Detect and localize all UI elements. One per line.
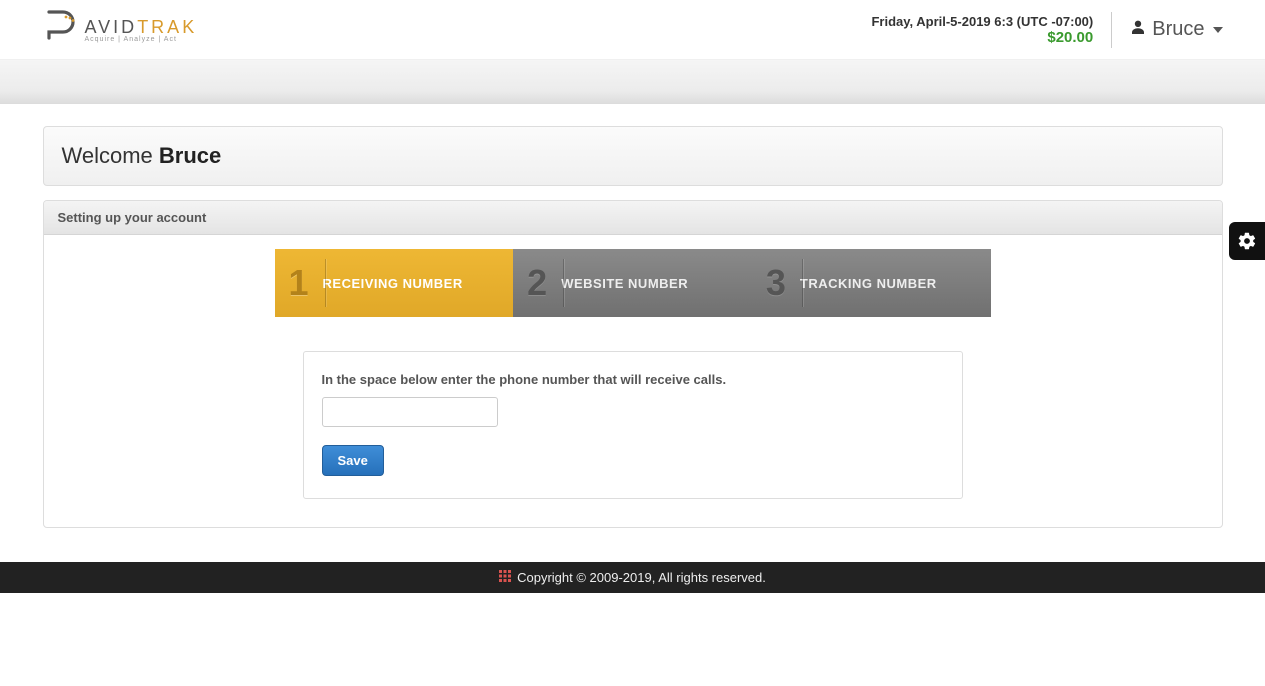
setup-panel: Setting up your account 1 RECEIVING NUMB…: [43, 200, 1223, 528]
step-number: 3: [766, 262, 786, 304]
step-label: WEBSITE NUMBER: [561, 276, 688, 291]
save-button[interactable]: Save: [322, 445, 384, 476]
logo[interactable]: AVIDTRAK Acquire | Analyze | Act: [43, 8, 198, 51]
form-card: In the space below enter the phone numbe…: [303, 351, 963, 499]
step-label: RECEIVING NUMBER: [323, 276, 463, 291]
copyright-text: Copyright © 2009-2019, All rights reserv…: [517, 570, 766, 585]
setup-panel-title: Setting up your account: [44, 201, 1222, 235]
step-label: TRACKING NUMBER: [800, 276, 937, 291]
user-name: Bruce: [1152, 18, 1204, 41]
logo-text-trak: TRAK: [137, 17, 197, 37]
logo-mark-icon: [43, 8, 83, 51]
settings-tab[interactable]: [1229, 222, 1265, 260]
subheader-band: [0, 60, 1265, 104]
phone-instruction: In the space below enter the phone numbe…: [322, 372, 944, 387]
footer: Copyright © 2009-2019, All rights reserv…: [0, 562, 1265, 593]
header-info: Friday, April-5-2019 6:3 (UTC -07:00) $2…: [871, 14, 1093, 46]
header: AVIDTRAK Acquire | Analyze | Act Friday,…: [0, 0, 1265, 60]
wizard-steps: 1 RECEIVING NUMBER 2 WEBSITE NUMBER 3 TR…: [275, 249, 991, 317]
balance-text: $20.00: [871, 29, 1093, 46]
step-number: 1: [289, 262, 309, 304]
step-tracking-number[interactable]: 3 TRACKING NUMBER: [752, 249, 991, 317]
step-receiving-number[interactable]: 1 RECEIVING NUMBER: [275, 249, 514, 317]
step-number: 2: [527, 262, 547, 304]
caret-down-icon: [1213, 27, 1223, 33]
user-menu[interactable]: Bruce: [1130, 18, 1222, 41]
welcome-panel: Welcome Bruce: [43, 126, 1223, 186]
welcome-name: Bruce: [159, 143, 221, 168]
logo-text-avid: AVID: [85, 17, 138, 37]
footer-grid-icon: [499, 570, 511, 585]
phone-input[interactable]: [322, 397, 498, 427]
welcome-prefix: Welcome: [62, 143, 159, 168]
gear-icon: [1237, 231, 1257, 251]
datetime-text: Friday, April-5-2019 6:3 (UTC -07:00): [871, 14, 1093, 29]
user-icon: [1130, 18, 1146, 41]
header-divider: [1111, 12, 1112, 48]
step-website-number[interactable]: 2 WEBSITE NUMBER: [513, 249, 752, 317]
